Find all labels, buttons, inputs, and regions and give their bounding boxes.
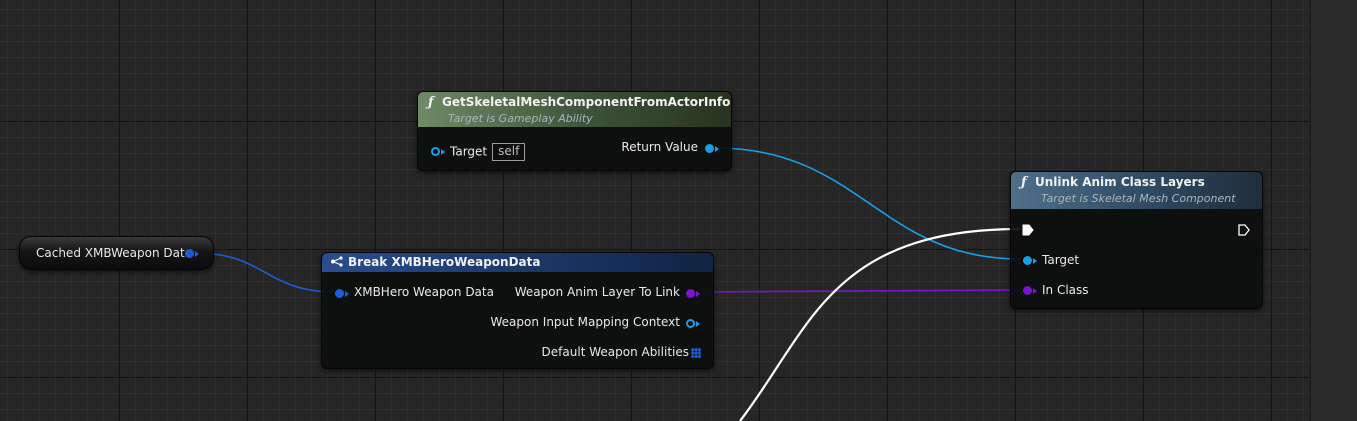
pin-arrow-icon bbox=[696, 321, 700, 327]
return-value-pin[interactable] bbox=[705, 144, 714, 153]
cached-weapon-data-variable-node[interactable]: Cached XMBWeapon Data bbox=[19, 236, 214, 270]
array-pin-icon[interactable] bbox=[691, 348, 701, 358]
pin-arrow-icon bbox=[1033, 288, 1037, 294]
node-header: ƒ Unlink Anim Class Layers Target is Skel… bbox=[1011, 172, 1262, 209]
pin-arrow-icon bbox=[345, 291, 349, 297]
node-title: GetSkeletalMeshComponentFromActorInfo bbox=[442, 95, 731, 109]
target-input-pin[interactable] bbox=[1023, 256, 1032, 265]
node-header: Break XMBHeroWeaponData bbox=[322, 253, 713, 272]
variable-label: Cached XMBWeapon Data bbox=[36, 246, 193, 260]
node-subtitle: Target is Skeletal Mesh Component bbox=[1041, 192, 1236, 205]
pin-arrow-icon bbox=[1033, 258, 1037, 264]
break-struct-node[interactable]: Break XMBHeroWeaponData XMBHero Weapon D… bbox=[321, 252, 714, 369]
function-icon: ƒ bbox=[1021, 175, 1027, 190]
output-label-anim-layer: Weapon Anim Layer To Link bbox=[514, 285, 680, 299]
target-input-pin[interactable] bbox=[431, 147, 440, 156]
wire-cached-to-break[interactable] bbox=[195, 252, 337, 293]
target-pin-label: Target bbox=[450, 144, 488, 159]
target-default-field[interactable]: self bbox=[492, 143, 526, 161]
target-pin-label: Target bbox=[1042, 253, 1080, 267]
in-class-pin-label: In Class bbox=[1042, 283, 1089, 297]
get-skeletal-mesh-node[interactable]: ƒ GetSkeletalMeshComponentFromActorInfo T… bbox=[417, 91, 732, 171]
wire-exec-in[interactable] bbox=[739, 227, 1021, 421]
node-header: ƒ GetSkeletalMeshComponentFromActorInfo T… bbox=[418, 92, 731, 127]
blueprint-graph-canvas[interactable]: ƒ GetSkeletalMeshComponentFromActorInfo T… bbox=[0, 0, 1310, 421]
variable-output-pin[interactable] bbox=[185, 249, 194, 258]
struct-input-pin[interactable] bbox=[335, 289, 344, 298]
output-label-abilities: Default Weapon Abilities bbox=[541, 345, 689, 359]
node-title: Unlink Anim Class Layers bbox=[1035, 175, 1205, 189]
target-pin-row: Target self bbox=[450, 143, 526, 161]
right-panel-edge bbox=[1310, 0, 1357, 421]
unlink-anim-class-layers-node[interactable]: ƒ Unlink Anim Class Layers Target is Skel… bbox=[1010, 171, 1263, 309]
anim-layer-output-pin[interactable] bbox=[686, 289, 695, 298]
pin-arrow-icon bbox=[441, 149, 445, 155]
output-label-input-mapping: Weapon Input Mapping Context bbox=[490, 315, 681, 329]
break-struct-icon bbox=[331, 256, 343, 267]
exec-out-pin[interactable] bbox=[1238, 224, 1250, 236]
wire-animlayer-to-inclass[interactable] bbox=[696, 289, 1021, 293]
node-subtitle: Target is Gameplay Ability bbox=[448, 112, 593, 125]
exec-in-pin[interactable] bbox=[1022, 224, 1034, 236]
function-icon: ƒ bbox=[428, 95, 434, 110]
wire-return-to-target[interactable] bbox=[715, 147, 1021, 260]
pin-arrow-icon bbox=[715, 146, 719, 152]
pin-arrow-icon bbox=[195, 251, 199, 257]
in-class-input-pin[interactable] bbox=[1023, 286, 1032, 295]
struct-input-label: XMBHero Weapon Data bbox=[354, 285, 494, 299]
input-mapping-output-pin[interactable] bbox=[686, 319, 695, 328]
node-title: Break XMBHeroWeaponData bbox=[348, 255, 541, 269]
pin-arrow-icon bbox=[696, 291, 700, 297]
return-value-label: Return Value bbox=[621, 140, 698, 154]
